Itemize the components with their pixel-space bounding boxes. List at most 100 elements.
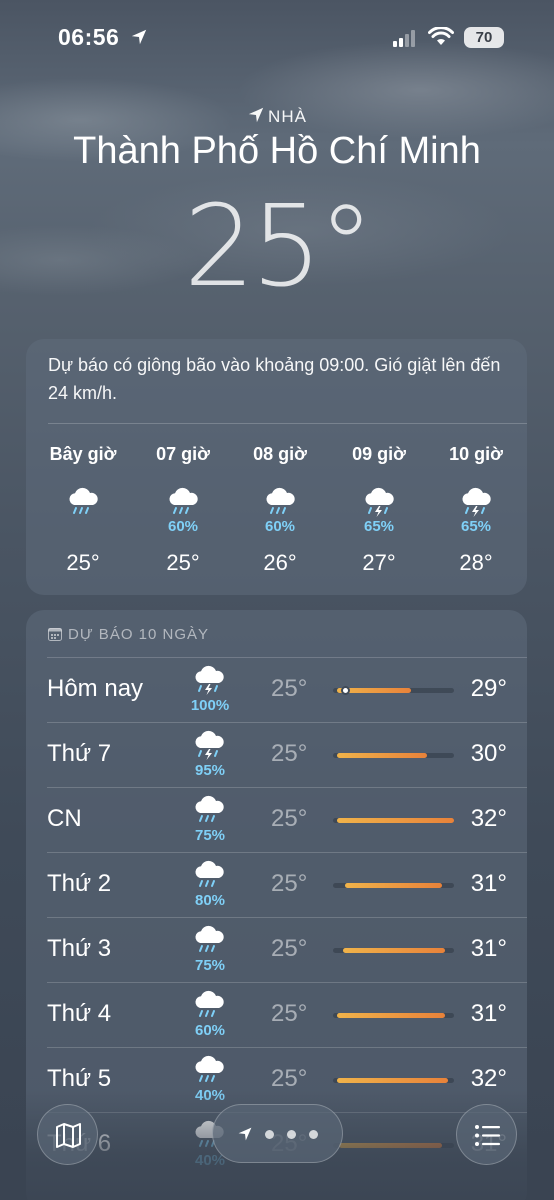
divider [47,852,527,853]
page-indicator[interactable] [212,1104,343,1163]
temperature-range-fill [343,948,445,953]
divider [47,1047,527,1048]
precipitation-chance: 65% [363,518,395,535]
day-high-temp: 31° [470,1000,507,1027]
divider [47,787,527,788]
rain-cloud-icon [191,858,229,890]
page-dot [265,1130,274,1139]
rain-cloud-icon [191,1053,229,1085]
hour-temperature: 28° [459,550,493,575]
day-name: Thứ 4 [47,1000,112,1027]
precipitation-chance: 65% [460,518,492,535]
day-row[interactable]: Hôm nay 100% 25° 29° [26,657,527,721]
hourly-item: 07 giờ 60% 25° [133,444,233,576]
day-low-temp: 25° [271,675,308,702]
rain-cloud-icon [165,485,201,517]
hour-label: 10 giờ [449,444,503,464]
status-bar: 06:56 70 [0,0,554,70]
precipitation-chance: 75% [194,957,226,974]
rain-cloud-icon [65,485,101,517]
day-name: Thứ 5 [47,1065,112,1092]
forecast-summary: Dự báo có giông bão vào khoảng 09:00. Gi… [48,355,501,403]
day-high-temp: 32° [470,805,507,832]
city-name: Thành Phố Hồ Chí Minh [73,130,481,172]
hour-temperature: 26° [263,550,297,575]
daily-forecast-title: DỰ BÁO 10 NGÀY [68,626,210,643]
temperature-range-bar [333,948,454,953]
day-name: CN [47,805,82,832]
precipitation-chance [33,518,133,536]
day-low-temp: 25° [271,935,308,962]
precipitation-chance: 80% [194,892,226,909]
map-icon [56,1123,81,1148]
day-high-temp: 31° [470,935,507,962]
battery-indicator: 70 [464,27,504,48]
precipitation-chance: 100% [190,697,230,714]
page-dot [309,1130,318,1139]
day-high-temp: 32° [470,1065,507,1092]
location-label-text: NHÀ [268,107,307,126]
calendar-icon [48,628,62,641]
temperature-range-fill [337,1013,445,1018]
page-dot [287,1130,296,1139]
current-temp-marker [341,686,350,695]
day-row[interactable]: Thứ 3 75% 25° 31° [26,917,527,981]
location-arrow-icon [248,107,264,123]
temperature-range-fill [337,1078,448,1083]
day-name: Hôm nay [47,675,144,702]
day-high-temp: 29° [470,675,507,702]
city-list-button[interactable] [456,1104,517,1165]
hour-temperature: 25° [166,550,200,575]
day-name: Thứ 7 [47,740,112,767]
precipitation-chance: 75% [194,827,226,844]
day-row[interactable]: Thứ 2 80% 25° 31° [26,852,527,916]
map-button[interactable] [37,1104,98,1165]
list-icon [475,1125,500,1146]
divider [47,982,527,983]
hour-label: 08 giờ [253,444,307,464]
hourly-item: 08 giờ 60% 26° [230,444,330,576]
temperature-range-bar [333,1013,454,1018]
thunderstorm-icon [458,485,494,517]
thunderstorm-icon [191,728,229,760]
day-low-temp: 25° [271,1000,308,1027]
day-row[interactable]: Thứ 7 95% 25° 30° [26,722,527,786]
day-high-temp: 30° [470,740,507,767]
location-label: NHÀ [0,106,554,127]
thunderstorm-icon [361,485,397,517]
day-low-temp: 25° [271,740,308,767]
rain-cloud-icon [191,923,229,955]
hourly-item: 10 giờ 65% 28° [426,444,526,576]
precipitation-chance: 60% [167,518,199,535]
day-low-temp: 25° [271,805,308,832]
location-arrow-icon [131,29,147,45]
wifi-icon [428,27,454,45]
temperature-range-bar [333,818,454,823]
day-low-temp: 25° [271,1065,308,1092]
hour-label: Bây giờ [49,444,117,464]
day-row[interactable]: Thứ 4 60% 25° 31° [26,982,527,1046]
day-row[interactable]: CN 75% 25° 32° [26,787,527,851]
status-time: 06:56 [58,24,120,50]
temperature-range-bar [333,1078,454,1083]
current-temperature: 25° [183,182,375,312]
divider [47,722,527,723]
temperature-range-bar [333,753,454,758]
temperature-range-fill [337,753,427,758]
rain-cloud-icon [191,793,229,825]
divider [48,423,527,424]
hour-temperature: 25° [66,550,100,575]
divider [47,657,527,658]
hourly-forecast-card[interactable]: Dự báo có giông bão vào khoảng 09:00. Gi… [26,339,527,595]
temperature-range-fill [345,883,442,888]
precipitation-chance: 60% [194,1022,226,1039]
hour-temperature: 27° [362,550,396,575]
day-name: Thứ 3 [47,935,112,962]
rain-cloud-icon [262,485,298,517]
hour-label: 07 giờ [156,444,210,464]
temperature-range-bar [333,883,454,888]
precipitation-chance: 95% [194,762,226,779]
daily-forecast-header: DỰ BÁO 10 NGÀY [48,626,209,643]
cellular-signal-icon [393,30,415,47]
temperature-range-bar [333,686,454,695]
